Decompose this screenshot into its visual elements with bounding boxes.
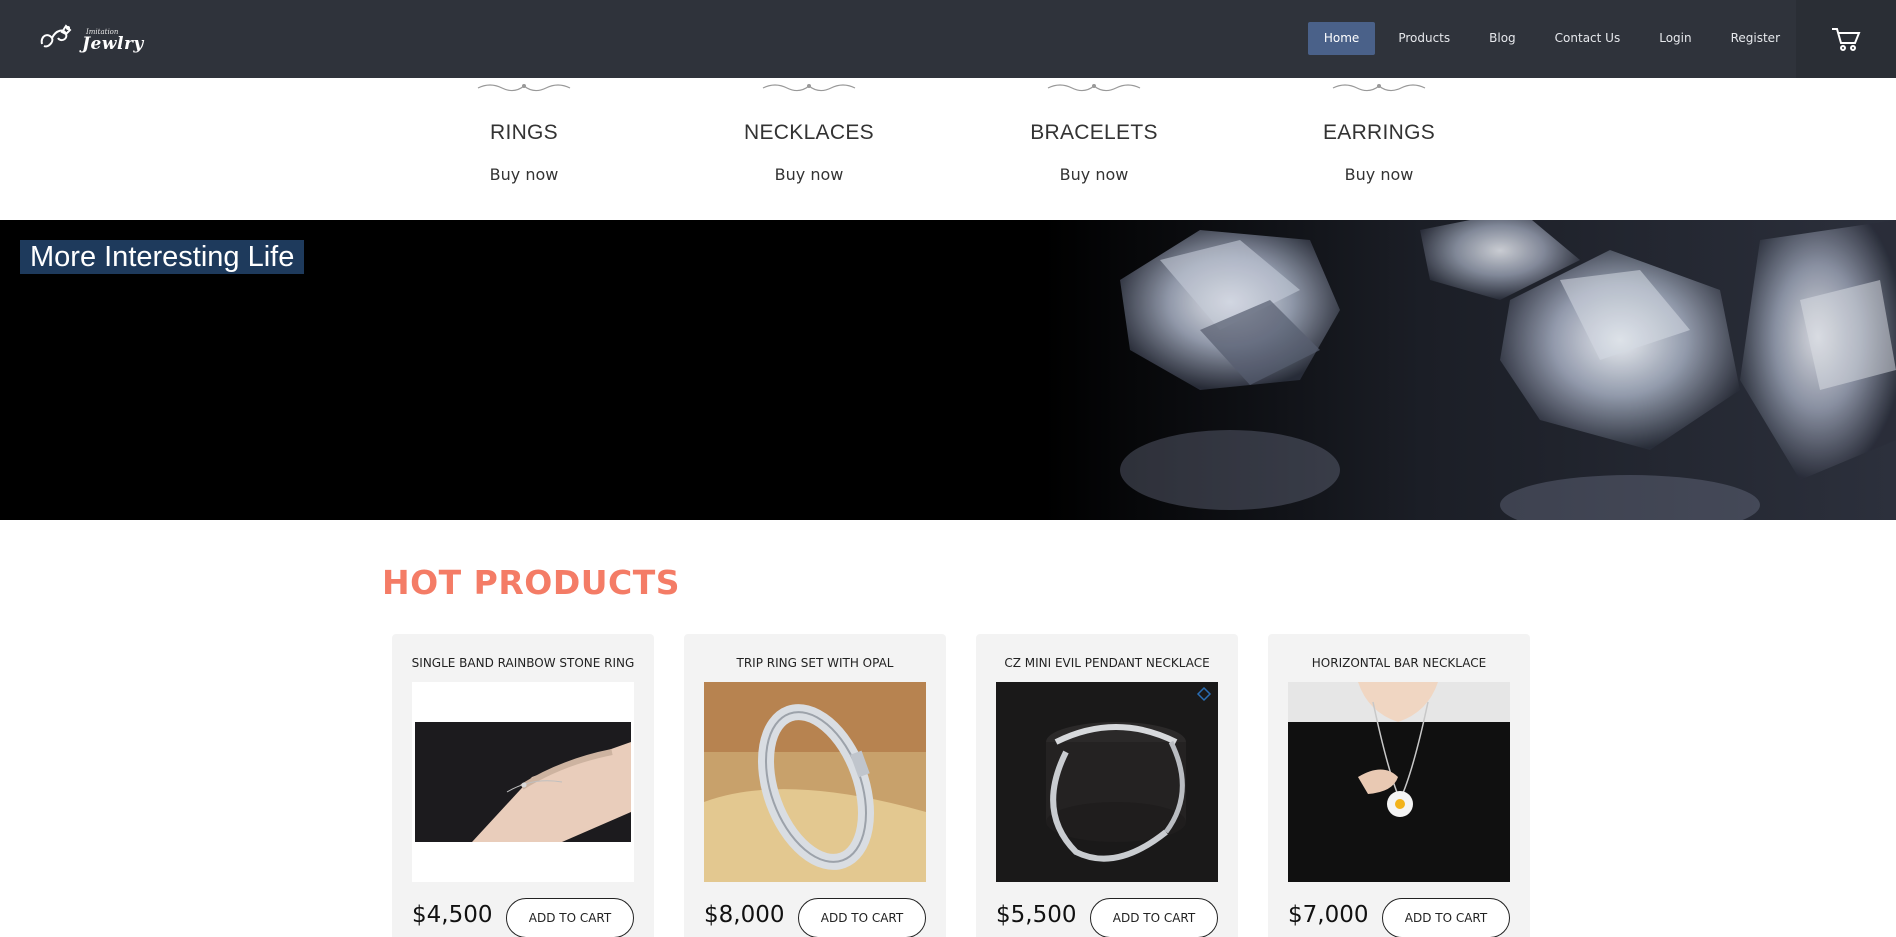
hero-banner: More Interesting Life: [0, 220, 1896, 520]
product-name: HORIZONTAL BAR NECKLACE: [1311, 656, 1487, 670]
product-card[interactable]: CZ MINI EVIL PENDANT NECKLACE $5,500 ADD…: [976, 634, 1238, 937]
product-card[interactable]: SINGLE BAND RAINBOW STONE RING $4,500 AD…: [392, 634, 654, 937]
main-nav: Home Products Blog Contact Us Login Regi…: [1301, 22, 1796, 55]
nav-register[interactable]: Register: [1715, 22, 1796, 55]
buy-now-link[interactable]: Buy now: [994, 165, 1194, 184]
product-name: CZ MINI EVIL PENDANT NECKLACE: [1004, 656, 1210, 670]
ornament-divider-icon: [762, 84, 856, 92]
product-price: $8,000: [704, 902, 785, 928]
product-name: TRIP RING SET WITH OPAL: [736, 656, 894, 670]
buy-now-link[interactable]: Buy now: [1279, 165, 1479, 184]
product-price: $4,500: [412, 902, 493, 928]
logo-flourish-icon: [40, 24, 72, 48]
cart-icon: [1832, 28, 1861, 51]
nav-blog[interactable]: Blog: [1473, 22, 1532, 55]
banner-title: More Interesting Life: [20, 240, 305, 274]
nav-home[interactable]: Home: [1307, 22, 1376, 55]
category-bracelets: BRACELETS Buy now: [994, 78, 1194, 184]
hot-products-heading: HOT PRODUCTS: [382, 563, 681, 602]
nav-contact-us[interactable]: Contact Us: [1539, 22, 1637, 55]
category-necklaces: NECKLACES Buy now: [709, 78, 909, 184]
category-title: RINGS: [489, 121, 558, 144]
product-card[interactable]: TRIP RING SET WITH OPAL $8,000 ADD TO CA…: [684, 634, 946, 937]
logo-text: Jewlry: [82, 34, 144, 54]
daisy-pendant-necklace-image: [1288, 682, 1510, 882]
ornament-divider-icon: [1332, 84, 1426, 92]
category-title: EARRINGS: [1322, 121, 1436, 144]
buy-now-link[interactable]: Buy now: [709, 165, 909, 184]
ornament-divider-icon: [1047, 84, 1141, 92]
add-to-cart-button[interactable]: ADD TO CART: [798, 898, 926, 937]
bracelet-on-wrist-image: [412, 682, 634, 882]
chain-necklace-image: [996, 682, 1218, 882]
category-strip: RINGS Buy now NECKLACES Buy now BRACELET…: [0, 78, 1896, 220]
product-image[interactable]: [412, 682, 634, 882]
product-image[interactable]: [996, 682, 1218, 882]
category-rings: RINGS Buy now: [424, 78, 624, 184]
top-navbar: Imitation Jewlry Home Products Blog Cont…: [0, 0, 1896, 78]
buy-now-link[interactable]: Buy now: [424, 165, 624, 184]
product-image[interactable]: [704, 682, 926, 882]
add-to-cart-button[interactable]: ADD TO CART: [1382, 898, 1510, 937]
add-to-cart-button[interactable]: ADD TO CART: [506, 898, 634, 937]
silver-bangle-image: [704, 682, 926, 882]
ornament-divider-icon: [477, 84, 571, 92]
product-card[interactable]: HORIZONTAL BAR NECKLACE $7,000 ADD TO CA…: [1268, 634, 1530, 937]
category-earrings: EARRINGS Buy now: [1279, 78, 1479, 184]
nav-login[interactable]: Login: [1643, 22, 1707, 55]
category-title: NECKLACES: [744, 121, 874, 144]
add-to-cart-button[interactable]: ADD TO CART: [1090, 898, 1218, 937]
product-price: $5,500: [996, 902, 1077, 928]
product-name: SINGLE BAND RAINBOW STONE RING: [411, 656, 635, 670]
category-title: BRACELETS: [1030, 121, 1158, 144]
product-image[interactable]: [1288, 682, 1510, 882]
product-price: $7,000: [1288, 902, 1369, 928]
brand-logo[interactable]: Imitation Jewlry: [38, 22, 148, 58]
nav-products[interactable]: Products: [1382, 22, 1466, 55]
cart-button[interactable]: [1796, 0, 1896, 78]
